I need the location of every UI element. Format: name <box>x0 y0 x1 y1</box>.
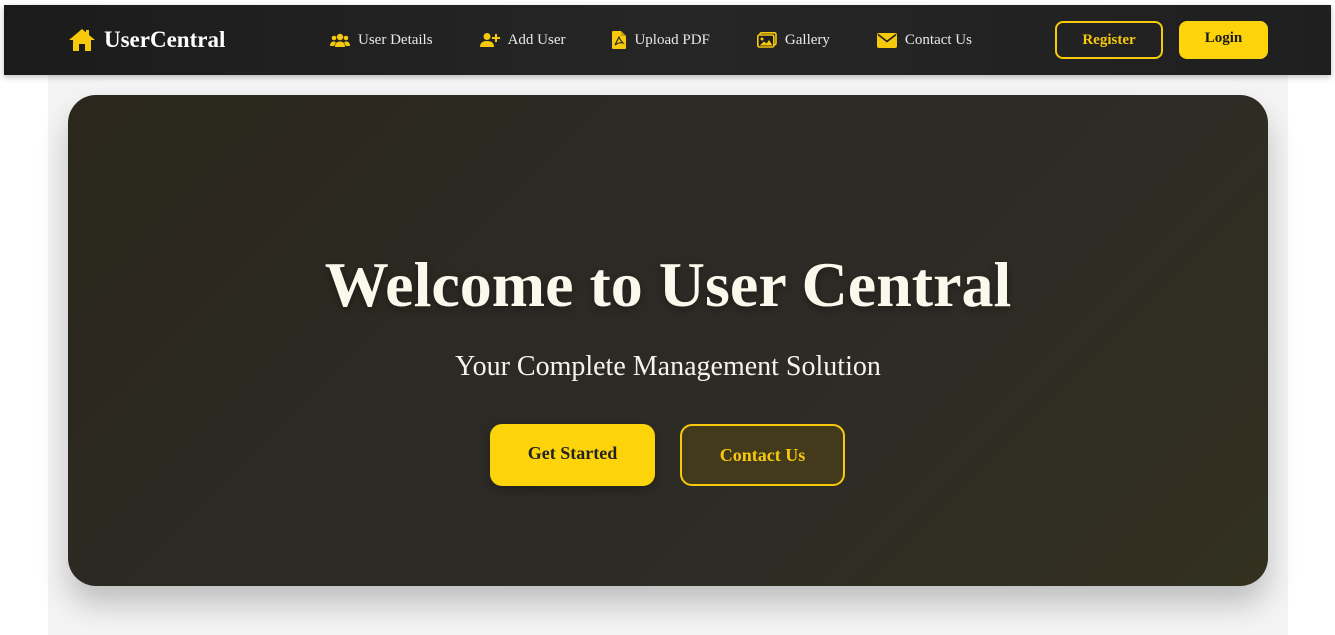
get-started-button[interactable]: Get Started <box>490 424 655 486</box>
register-button[interactable]: Register <box>1055 21 1163 59</box>
nav-links: User Details Add User Upload PDF Gallery… <box>330 5 972 75</box>
users-icon <box>330 32 350 48</box>
nav-link-label: Upload PDF <box>634 31 710 48</box>
brand-link[interactable]: UserCentral <box>68 5 225 75</box>
hero-banner: Welcome to User Central Your Complete Ma… <box>68 95 1268 586</box>
nav-link-label: Gallery <box>784 31 830 48</box>
nav-link-user-details[interactable]: User Details <box>330 32 433 49</box>
hero-title: Welcome to User Central <box>324 249 1012 320</box>
nav-link-upload-pdf[interactable]: Upload PDF <box>612 31 710 49</box>
images-icon <box>756 32 777 48</box>
navbar: UserCentral User Details Add User Upload… <box>4 5 1331 75</box>
home-icon <box>68 28 96 52</box>
nav-link-label: Contact Us <box>904 31 972 48</box>
nav-link-gallery[interactable]: Gallery <box>756 31 830 49</box>
contact-us-button[interactable]: Contact Us <box>680 424 845 486</box>
nav-link-add-user[interactable]: Add User <box>479 31 566 49</box>
hero-subtitle: Your Complete Management Solution <box>455 351 881 382</box>
user-plus-icon <box>479 32 500 48</box>
nav-link-contact-us[interactable]: Contact Us <box>876 31 972 49</box>
login-button[interactable]: Login <box>1179 21 1268 59</box>
nav-link-label: Add User <box>507 31 566 48</box>
envelope-icon <box>876 32 897 48</box>
brand-label: UserCentral <box>104 27 226 52</box>
nav-link-label: User Details <box>358 31 433 48</box>
pdf-file-icon <box>612 31 627 49</box>
